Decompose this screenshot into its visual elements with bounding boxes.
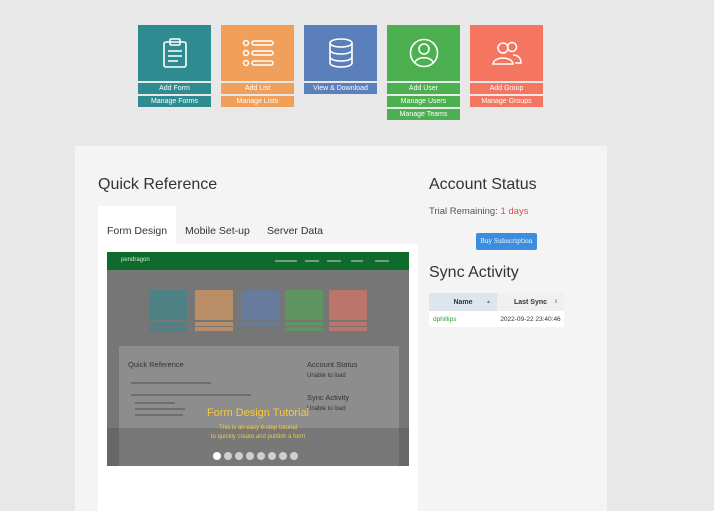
preview-logo: pendragon bbox=[121, 257, 150, 263]
carousel-dot[interactable] bbox=[257, 452, 265, 460]
carousel-dot[interactable] bbox=[268, 452, 276, 460]
carousel-dot[interactable] bbox=[213, 452, 221, 460]
tab-mobile-setup[interactable]: Mobile Set-up bbox=[185, 206, 250, 244]
sync-activity-table: Name ▲ Last Sync ⇕ dphillips 2022-09-22 23… bbox=[429, 293, 564, 327]
preview-text-line bbox=[131, 394, 251, 396]
trial-days-value: 1 days bbox=[500, 206, 529, 217]
user-icon bbox=[409, 38, 438, 68]
users-tile-square[interactable] bbox=[387, 25, 460, 81]
column-header-name-label: Name bbox=[453, 298, 473, 306]
form-icon bbox=[162, 38, 187, 68]
tile-users: Add User Manage Users Manage Teams bbox=[387, 25, 460, 120]
column-header-last-sync[interactable]: Last Sync ⇕ bbox=[497, 293, 564, 311]
column-header-last-sync-label: Last Sync bbox=[513, 298, 548, 306]
tile-data: View & Download bbox=[304, 25, 377, 94]
carousel-indicators bbox=[213, 452, 298, 460]
column-header-name[interactable]: Name ▲ bbox=[429, 293, 497, 311]
carousel-caption-line: to quickly create and publish a form bbox=[210, 434, 306, 440]
manage-groups-button[interactable]: Manage Groups bbox=[470, 96, 543, 107]
add-list-button[interactable]: Add List bbox=[221, 83, 294, 94]
carousel-dot[interactable] bbox=[290, 452, 298, 460]
list-icon bbox=[242, 39, 274, 67]
preview-nav-line bbox=[305, 260, 319, 262]
add-user-button[interactable]: Add User bbox=[387, 83, 460, 94]
add-form-button[interactable]: Add Form bbox=[138, 83, 211, 94]
preview-tile bbox=[241, 290, 279, 334]
tab-server-data[interactable]: Server Data bbox=[267, 206, 323, 244]
tutorial-carousel[interactable]: pendragon Quick Reference Account Status bbox=[107, 252, 409, 466]
tutorial-pane: pendragon Quick Reference Account Status bbox=[98, 244, 418, 511]
manage-lists-button[interactable]: Manage Lists bbox=[221, 96, 294, 107]
groups-tile-square[interactable] bbox=[470, 25, 543, 81]
preview-tile bbox=[285, 290, 323, 334]
dashboard-card: Quick Reference Form Design Mobile Set-u… bbox=[75, 146, 607, 511]
preview-title: Quick Reference bbox=[128, 360, 184, 369]
manage-users-button[interactable]: Manage Users bbox=[387, 96, 460, 107]
carousel-dot[interactable] bbox=[235, 452, 243, 460]
preview-nav-line bbox=[327, 260, 341, 262]
database-icon bbox=[328, 38, 353, 68]
carousel-caption-line: This is an easy 6-step tutorial bbox=[218, 425, 298, 431]
preview-tile bbox=[329, 290, 367, 334]
trial-remaining: Trial Remaining: 1 days bbox=[429, 206, 528, 217]
last-sync-value: 2022-09-22 23:40:46 bbox=[500, 315, 561, 323]
preview-nav-line bbox=[275, 260, 297, 262]
group-icon bbox=[491, 41, 522, 65]
preview-text-line bbox=[135, 402, 175, 404]
tab-form-design[interactable]: Form Design bbox=[98, 206, 177, 244]
carousel-dot[interactable] bbox=[246, 452, 254, 460]
add-group-button[interactable]: Add Group bbox=[470, 83, 543, 94]
preview-tile bbox=[195, 290, 233, 334]
table-row: dphillips 2022-09-22 23:40:46 bbox=[429, 311, 564, 327]
preview-tile bbox=[149, 290, 187, 334]
forms-tile-square[interactable] bbox=[138, 25, 211, 81]
tile-forms: Add Form Manage Forms bbox=[138, 25, 211, 107]
carousel-dot[interactable] bbox=[279, 452, 287, 460]
lists-tile-square[interactable] bbox=[221, 25, 294, 81]
carousel-caption-title: Form Design Tutorial bbox=[206, 407, 310, 419]
quick-reference-title: Quick Reference bbox=[98, 176, 218, 193]
table-header: Name ▲ Last Sync ⇕ bbox=[429, 293, 564, 311]
sort-both-icon: ⇕ bbox=[553, 299, 558, 305]
preview-nav-line bbox=[375, 260, 389, 262]
preview-account-title: Account Status bbox=[307, 360, 358, 369]
preview-nav-line bbox=[351, 260, 363, 262]
manage-forms-button[interactable]: Manage Forms bbox=[138, 96, 211, 107]
trial-label: Trial Remaining: bbox=[429, 206, 498, 217]
preview-account-text: Unable to load bbox=[307, 373, 346, 379]
preview-text-line bbox=[131, 382, 211, 384]
manage-teams-button[interactable]: Manage Teams bbox=[387, 109, 460, 120]
preview-sync-title: Sync Activity bbox=[307, 393, 350, 402]
preview-navbar: pendragon bbox=[107, 252, 409, 270]
user-name-link[interactable]: dphillips bbox=[429, 311, 497, 327]
tile-groups: Add Group Manage Groups bbox=[470, 25, 543, 107]
sync-activity-title: Sync Activity bbox=[429, 264, 519, 281]
account-status-title: Account Status bbox=[429, 176, 537, 193]
data-tile-square[interactable] bbox=[304, 25, 377, 81]
buy-subscription-button[interactable]: Buy Subscription bbox=[476, 233, 537, 250]
view-download-button[interactable]: View & Download bbox=[304, 83, 377, 94]
tile-lists: Add List Manage Lists bbox=[221, 25, 294, 107]
carousel-dot[interactable] bbox=[224, 452, 232, 460]
sort-asc-icon: ▲ bbox=[486, 299, 491, 305]
quick-reference-tabs: Form Design Mobile Set-up Server Data bbox=[98, 206, 418, 244]
